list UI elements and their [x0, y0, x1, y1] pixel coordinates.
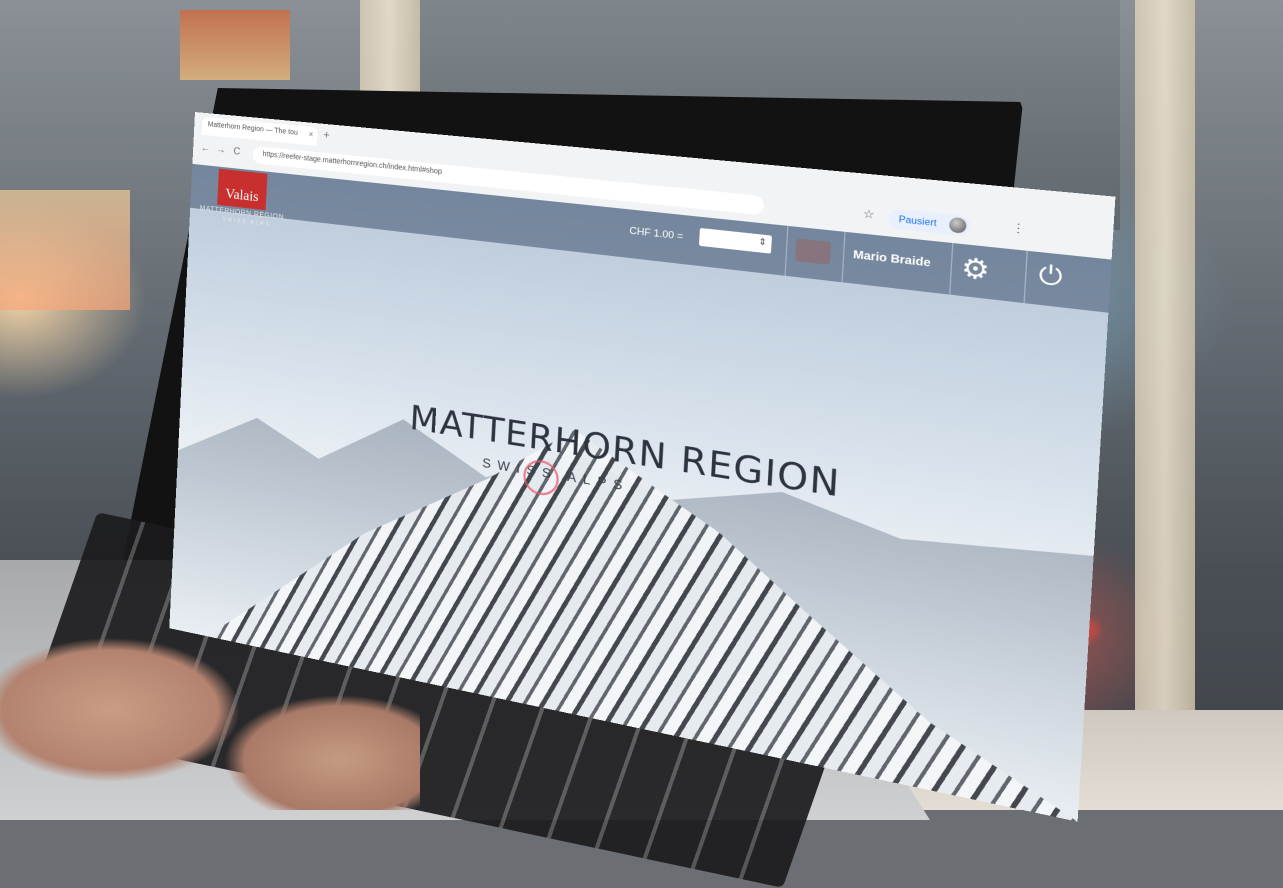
shop-sign-blur [0, 190, 130, 310]
header-divider [1023, 250, 1028, 304]
reload-icon[interactable]: C [233, 146, 241, 158]
profile-paused-button[interactable]: Pausiert [887, 208, 972, 237]
user-name-button[interactable]: Mario Braide [853, 249, 931, 270]
tab-close-icon[interactable]: × [308, 130, 313, 140]
power-logout-icon[interactable]: ⏻ [1038, 259, 1063, 293]
header-divider [784, 225, 789, 276]
street-sign-blur [180, 10, 290, 80]
currency-label: CHF 1.00 = [629, 224, 684, 242]
new-tab-icon[interactable]: + [323, 129, 330, 142]
currency-select[interactable]: ⇕ [698, 227, 772, 254]
window-pillar-right [1135, 0, 1195, 810]
tab-title: Matterhorn Region — The tou [207, 121, 298, 137]
forward-icon[interactable]: → [216, 144, 226, 156]
header-divider [949, 242, 954, 295]
valais-logo[interactable]: Valais [217, 168, 268, 211]
language-flag-button[interactable] [795, 238, 832, 265]
bookmark-star-icon[interactable]: ☆ [863, 208, 875, 222]
header-divider [841, 231, 846, 283]
paused-label: Pausiert [898, 214, 937, 229]
browser-menu-icon[interactable]: ⋮ [1011, 222, 1025, 236]
settings-gear-icon[interactable]: ⚙ [960, 251, 990, 288]
avatar [949, 216, 968, 234]
select-arrow-icon: ⇕ [758, 236, 767, 248]
back-icon[interactable]: ← [201, 143, 211, 155]
